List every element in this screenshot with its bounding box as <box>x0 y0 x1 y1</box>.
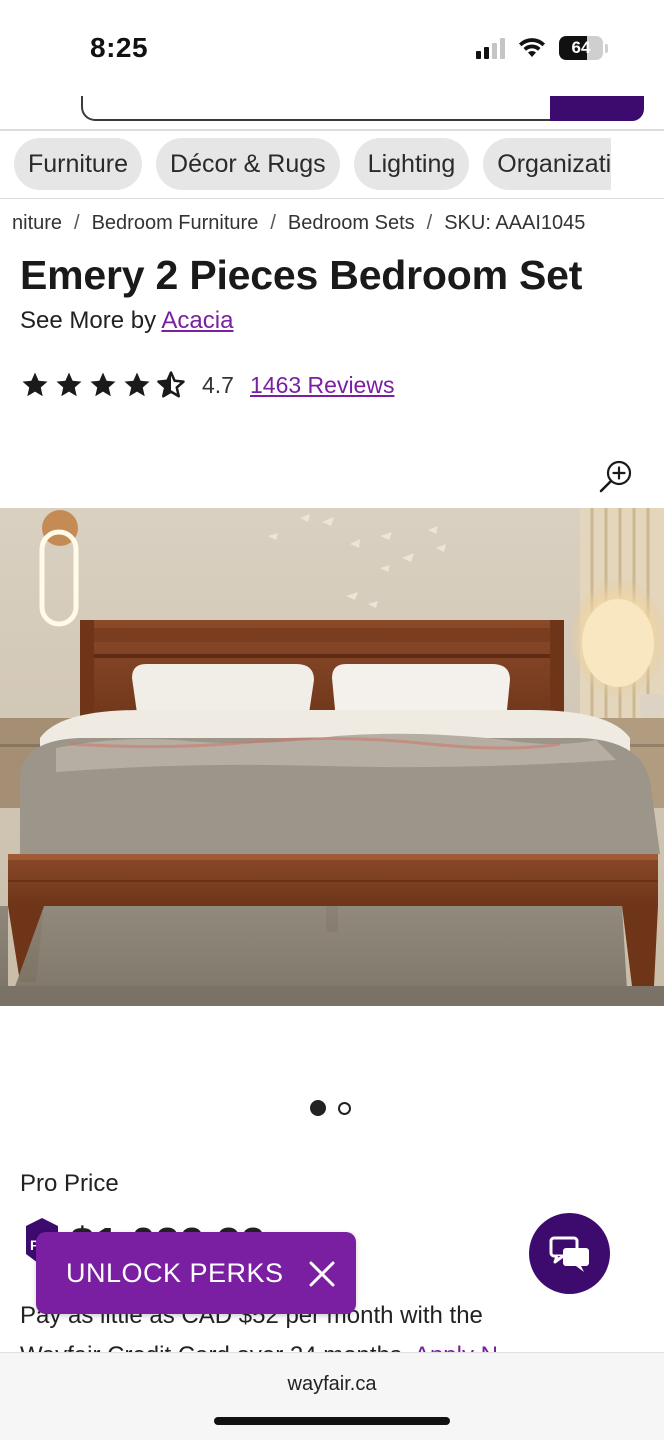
unlock-perks-label: UNLOCK PERKS <box>66 1257 284 1288</box>
status-time: 8:25 <box>90 32 149 63</box>
image-carousel-dots <box>310 1100 351 1116</box>
pro-price-label: Pro Price <box>20 1170 119 1197</box>
breadcrumb-separator: / <box>270 212 276 234</box>
star-icon <box>124 372 150 397</box>
browser-address-bar[interactable]: wayfair.ca <box>0 1352 664 1440</box>
breadcrumb-separator: / <box>426 212 433 234</box>
rating-value: 4.7 <box>202 371 234 398</box>
category-nav: Furniture Décor & Rugs Lighting Organiza… <box>14 138 612 190</box>
star-icon <box>90 372 116 397</box>
breadcrumb-item-bedroom-sets[interactable]: Bedroom Sets <box>288 212 415 235</box>
see-more-label: See More by <box>20 307 157 334</box>
status-bar: 8:25 64 <box>0 0 664 96</box>
header-divider <box>0 129 664 131</box>
bed-illustration <box>0 508 664 1006</box>
category-chip-lighting[interactable]: Lighting <box>353 138 470 190</box>
search-button[interactable] <box>550 96 644 121</box>
star-icon <box>22 372 48 397</box>
chat-icon <box>549 1236 589 1272</box>
zoom-in-icon[interactable] <box>598 458 634 494</box>
battery-icon: 64 <box>559 36 603 60</box>
see-more-by: See More by Acacia <box>20 307 233 335</box>
breadcrumb-separator: / <box>74 212 80 234</box>
unlock-perks-banner[interactable]: UNLOCK PERKS <box>36 1232 356 1314</box>
half-star-icon <box>157 371 185 398</box>
category-chip-organization[interactable]: Organizati <box>483 138 612 190</box>
category-chip-furniture[interactable]: Furniture <box>14 138 143 190</box>
chat-button[interactable] <box>529 1213 610 1294</box>
brand-link[interactable]: Acacia <box>161 307 233 334</box>
breadcrumb: niture / Bedroom Furniture / Bedroom Set… <box>12 212 585 235</box>
rating-row: 4.7 1463 Reviews <box>20 370 394 400</box>
browser-url[interactable]: wayfair.ca <box>0 1373 664 1396</box>
breadcrumb-item-bedroom-furniture[interactable]: Bedroom Furniture <box>92 212 259 235</box>
star-rating <box>20 370 186 400</box>
home-indicator[interactable] <box>214 1417 450 1425</box>
breadcrumb-item-furniture[interactable]: niture <box>12 212 62 235</box>
breadcrumb-sku: SKU: AAAI1045 <box>444 212 586 234</box>
star-icon <box>56 372 82 397</box>
product-image[interactable] <box>0 508 664 1006</box>
category-chip-decor-rugs[interactable]: Décor & Rugs <box>156 138 340 190</box>
carousel-dot-1[interactable] <box>310 1100 326 1116</box>
chips-divider <box>0 198 664 199</box>
reviews-link[interactable]: 1463 Reviews <box>250 372 394 399</box>
close-icon[interactable] <box>308 1260 336 1288</box>
signal-icon <box>476 37 505 59</box>
carousel-dot-2[interactable] <box>338 1102 351 1115</box>
battery-percent: 64 <box>571 38 591 57</box>
status-icons: 64 <box>476 36 608 60</box>
wifi-icon <box>519 38 545 57</box>
product-title: Emery 2 Pieces Bedroom Set <box>20 252 583 298</box>
